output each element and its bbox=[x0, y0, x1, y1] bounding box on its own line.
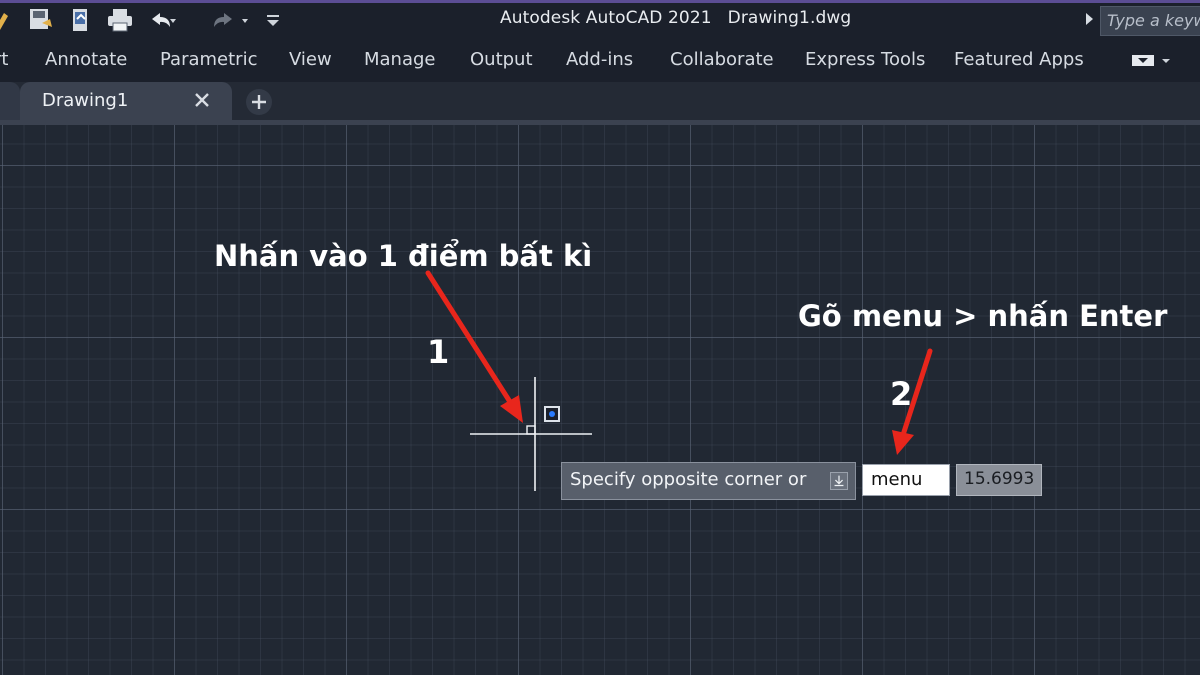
prompt-text: Specify opposite corner or bbox=[570, 469, 807, 490]
close-icon[interactable] bbox=[192, 90, 212, 110]
tab-parametric[interactable]: Parametric bbox=[160, 49, 257, 70]
step-number-1: 1 bbox=[427, 333, 450, 371]
save-as-icon[interactable] bbox=[28, 7, 54, 33]
file-tab-strip: Drawing1 bbox=[0, 82, 1200, 122]
tab-featured-apps[interactable]: Featured Apps bbox=[954, 49, 1084, 70]
ribbon-tab-bar: rt Annotate Parametric View Manage Outpu… bbox=[0, 38, 1200, 82]
coordinate-readout[interactable]: 15.6993 bbox=[956, 464, 1042, 496]
tab-view[interactable]: View bbox=[289, 49, 332, 70]
file-tab-label: Drawing1 bbox=[42, 90, 129, 111]
command-input[interactable]: menu bbox=[862, 464, 950, 496]
annotation-step2-text: Gõ menu > nhấn Enter bbox=[798, 299, 1168, 333]
undo-icon[interactable] bbox=[146, 7, 178, 33]
ribbon-options-icon[interactable] bbox=[1130, 52, 1178, 70]
drawing-canvas[interactable]: Specify opposite corner or menu 15.6993 … bbox=[0, 125, 1200, 675]
title-bar: Autodesk AutoCAD 2021 Drawing1.dwg Type a… bbox=[0, 0, 1200, 38]
edit-icon[interactable] bbox=[0, 7, 12, 33]
tab-drawing1[interactable]: Drawing1 bbox=[20, 82, 232, 122]
plot-icon[interactable] bbox=[106, 7, 134, 33]
dynamic-input-prompt: Specify opposite corner or bbox=[561, 462, 856, 500]
step-number-2: 2 bbox=[890, 375, 913, 413]
app-title: Autodesk AutoCAD 2021 bbox=[500, 8, 712, 28]
tab-annotate[interactable]: Annotate bbox=[45, 49, 127, 70]
down-arrow-icon[interactable] bbox=[830, 472, 848, 490]
annotation-arrows bbox=[425, 270, 933, 455]
file-name: Drawing1.dwg bbox=[727, 8, 852, 28]
tab-express-tools[interactable]: Express Tools bbox=[805, 49, 925, 70]
new-tab-button[interactable] bbox=[246, 89, 272, 115]
tab-insert[interactable]: rt bbox=[0, 49, 8, 70]
plus-icon bbox=[252, 95, 266, 109]
redo-icon[interactable] bbox=[204, 7, 256, 33]
search-placeholder: Type a keyw bbox=[1107, 11, 1200, 30]
expand-chevron-icon[interactable] bbox=[1086, 13, 1093, 25]
tab-start[interactable] bbox=[0, 82, 20, 120]
customize-icon[interactable] bbox=[262, 7, 284, 33]
command-input-value: menu bbox=[871, 469, 923, 490]
tab-output[interactable]: Output bbox=[470, 49, 533, 70]
tab-add-ins[interactable]: Add-ins bbox=[566, 49, 633, 70]
coordinate-readout-value: 15.6993 bbox=[964, 469, 1035, 489]
chevron-down-icon bbox=[1162, 59, 1170, 63]
tab-collaborate[interactable]: Collaborate bbox=[670, 49, 774, 70]
search-input[interactable]: Type a keyw bbox=[1100, 6, 1200, 36]
snap-marker-icon bbox=[544, 406, 560, 422]
window-title: Autodesk AutoCAD 2021 Drawing1.dwg bbox=[500, 8, 851, 28]
tab-manage[interactable]: Manage bbox=[364, 49, 436, 70]
publish-icon[interactable] bbox=[68, 7, 94, 33]
annotation-step1-text: Nhấn vào 1 điểm bất kì bbox=[214, 239, 593, 273]
